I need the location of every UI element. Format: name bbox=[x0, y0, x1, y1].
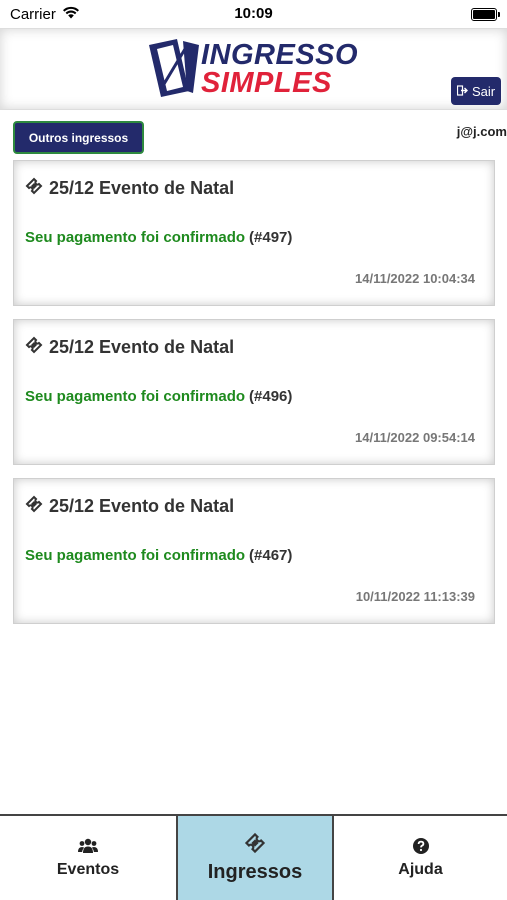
ticket-status: Seu pagamento foi confirmado (#497) bbox=[25, 229, 292, 246]
carrier-label: Carrier bbox=[10, 5, 56, 23]
question-circle-icon bbox=[412, 837, 429, 859]
bottom-tab-bar: Eventos Ingressos Ajuda bbox=[0, 814, 507, 900]
order-number: (#497) bbox=[249, 229, 293, 246]
ticket-icon bbox=[25, 495, 43, 518]
ticket-datetime: 10/11/2022 11:13:39 bbox=[355, 589, 475, 604]
ticket-icon bbox=[25, 336, 43, 359]
payment-status: Seu pagamento foi confirmado bbox=[25, 388, 246, 405]
order-number: (#467) bbox=[249, 547, 293, 564]
tab-eventos[interactable]: Eventos bbox=[0, 816, 176, 900]
ticket-datetime: 14/11/2022 10:04:34 bbox=[355, 271, 475, 286]
battery-icon bbox=[471, 7, 500, 21]
sign-out-icon bbox=[456, 84, 468, 99]
ticket-logo-icon bbox=[149, 39, 199, 97]
ticket-status: Seu pagamento foi confirmado (#496) bbox=[25, 388, 292, 405]
tab-ajuda[interactable]: Ajuda bbox=[332, 816, 507, 900]
status-left: Carrier bbox=[10, 6, 80, 23]
wifi-icon bbox=[62, 6, 80, 23]
ticket-title-text: 25/12 Evento de Natal bbox=[49, 178, 235, 198]
tab-eventos-label: Eventos bbox=[56, 860, 120, 878]
ticket-datetime: 14/11/2022 09:54:14 bbox=[355, 430, 475, 445]
ticket-title-text: 25/12 Evento de Natal bbox=[49, 496, 235, 516]
ingresso-simples-logo: INGRESSO SIMPLES bbox=[143, 37, 368, 101]
logo-line-2: SIMPLES bbox=[201, 67, 332, 99]
ticket-card[interactable]: 25/12 Evento de Natal Seu pagamento foi … bbox=[13, 478, 495, 624]
ticket-icon bbox=[244, 832, 266, 859]
app-header: INGRESSO SIMPLES Sair bbox=[0, 28, 507, 110]
payment-status: Seu pagamento foi confirmado bbox=[25, 547, 246, 564]
other-tickets-button[interactable]: Outros ingressos bbox=[13, 121, 144, 154]
status-bar: Carrier 10:09 bbox=[0, 0, 507, 28]
payment-status: Seu pagamento foi confirmado bbox=[25, 229, 246, 246]
tab-ingressos[interactable]: Ingressos bbox=[176, 816, 332, 900]
ticket-icon bbox=[25, 177, 43, 200]
user-email: j@j.com bbox=[456, 124, 507, 139]
ticket-title-text: 25/12 Evento de Natal bbox=[49, 337, 235, 357]
tab-ingressos-label: Ingressos bbox=[207, 861, 303, 883]
ticket-title: 25/12 Evento de Natal bbox=[25, 177, 234, 200]
order-number: (#496) bbox=[249, 388, 293, 405]
ticket-title: 25/12 Evento de Natal bbox=[25, 336, 234, 359]
ticket-status: Seu pagamento foi confirmado (#467) bbox=[25, 547, 292, 564]
logout-label: Sair bbox=[471, 83, 496, 99]
ticket-title: 25/12 Evento de Natal bbox=[25, 495, 234, 518]
ticket-card[interactable]: 25/12 Evento de Natal Seu pagamento foi … bbox=[13, 319, 495, 465]
logout-button[interactable]: Sair bbox=[451, 77, 501, 105]
tab-ajuda-label: Ajuda bbox=[398, 860, 443, 878]
users-icon bbox=[78, 838, 98, 859]
ticket-card[interactable]: 25/12 Evento de Natal Seu pagamento foi … bbox=[13, 160, 495, 306]
